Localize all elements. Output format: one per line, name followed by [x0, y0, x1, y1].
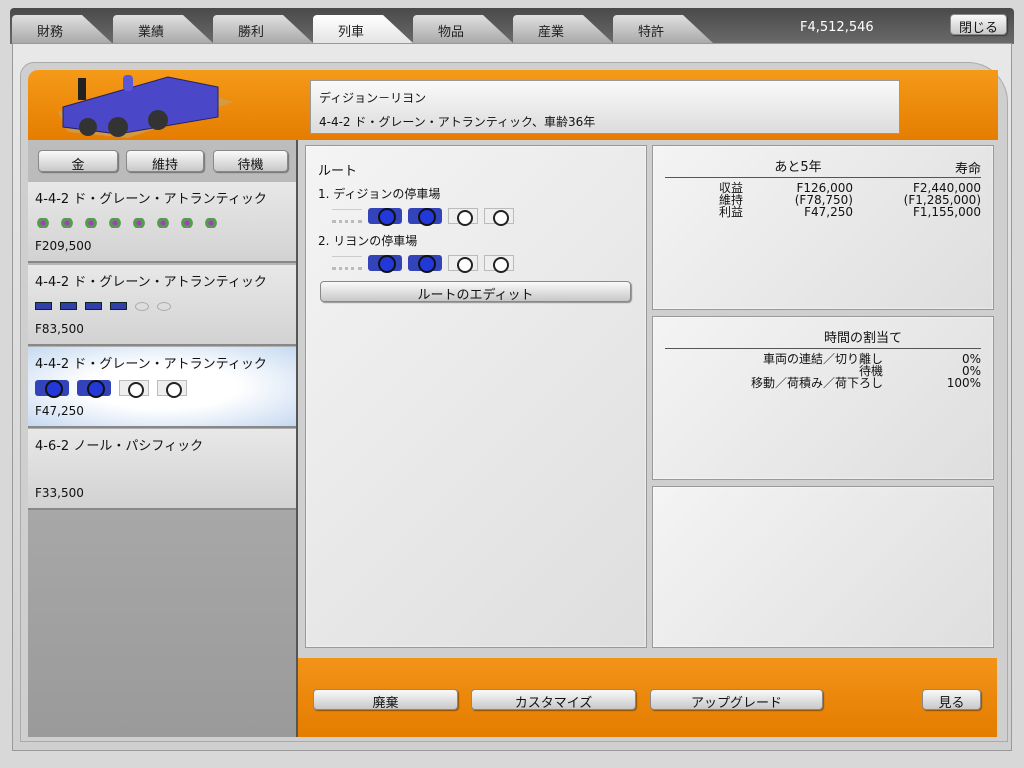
train-list-item[interactable]: 4-4-2 ド・グレーン・アトランティック F209,500: [28, 182, 296, 263]
stop-consist-icons: [332, 253, 634, 273]
passenger-car-icon: [203, 218, 219, 228]
sort-money-button[interactable]: 金: [38, 150, 118, 173]
train-name: 4-4-2 ド・グレーン・アトランティック: [35, 192, 267, 207]
passenger-car-icon: [35, 218, 51, 228]
passenger-car-icon: [408, 208, 442, 226]
sort-standby-button[interactable]: 待機: [213, 150, 288, 173]
train-description: 4-4-2 ド・グレーン・アトランティック、車齢36年: [319, 115, 596, 129]
stop-consist-icons: [332, 206, 634, 226]
value-lifetime: F1,155,000: [913, 205, 981, 219]
time-value: 0%: [961, 352, 981, 366]
value-lifetime: F2,440,000: [913, 181, 981, 195]
view-button[interactable]: 見る: [922, 689, 981, 711]
time-table: 時間の割当て 車両の連結／切り離し 0% 待機 0% 移動／荷積み／荷下ろし 100%: [665, 331, 981, 389]
mail-car-icon: [157, 380, 187, 398]
train-value: F33,500: [35, 486, 84, 500]
route-panel: ルート 1. ディジョンの停車場 2. リヨンの停車場: [305, 145, 647, 648]
train-info-box: ディジョン－リヨン 4-4-2 ド・グレーン・アトランティック、車齢36年: [310, 80, 900, 134]
route-title: ルート: [318, 164, 358, 179]
time-label: 車両の連結／切り離し: [762, 352, 883, 366]
train-value: F83,500: [35, 322, 84, 336]
col-lifetime: 寿命: [954, 161, 981, 177]
passenger-car-icon: [107, 218, 123, 228]
customize-button[interactable]: カスタマイズ: [471, 689, 636, 711]
route-name: ディジョン－リヨン: [319, 91, 427, 105]
passenger-car-icon: [85, 302, 102, 310]
passenger-car-icon: [110, 302, 127, 310]
passenger-car-icon: [60, 302, 77, 310]
passenger-car-icon: [179, 218, 195, 228]
consist-icons: [35, 296, 289, 316]
mail-car-icon: [484, 255, 514, 273]
mail-car-icon: [448, 208, 478, 226]
sort-maintenance-button[interactable]: 維持: [126, 150, 204, 173]
passenger-car-icon: [59, 218, 75, 228]
mail-car-icon: [484, 208, 514, 226]
value-5years: F126,000: [796, 181, 853, 195]
passenger-car-icon: [155, 218, 171, 228]
edit-route-button[interactable]: ルートのエディット: [320, 281, 631, 303]
mail-car-icon: [119, 380, 149, 398]
train-name: 4-4-2 ド・グレーン・アトランティック: [35, 275, 267, 290]
consist-icons: [35, 378, 289, 398]
passenger-car-icon: [83, 218, 99, 228]
scrap-button[interactable]: 廃棄: [313, 689, 458, 711]
train-list-item[interactable]: 4-6-2 ノール・パシフィック F33,500: [28, 429, 296, 510]
consist-icons: [35, 213, 289, 233]
locomotive-icon: [332, 256, 362, 270]
finance-table: あと5年 寿命 収益 F126,000 F2,440,000 維持 (F78,750)(…: [665, 160, 981, 219]
passenger-car-icon: [131, 218, 147, 228]
train-value: F47,250: [35, 404, 84, 418]
close-button[interactable]: 閉じる: [950, 14, 1007, 36]
train-value: F209,500: [35, 239, 92, 253]
train-list-item-selected[interactable]: 4-4-2 ド・グレーン・アトランティック F47,250: [28, 347, 296, 428]
empty-panel: [652, 486, 994, 648]
finance-panel: あと5年 寿命 収益 F126,000 F2,440,000 維持 (F78,750)(…: [652, 145, 994, 310]
passenger-car-icon: [408, 255, 442, 273]
time-title: 時間の割当て: [823, 331, 902, 346]
train-name: 4-4-2 ド・グレーン・アトランティック: [35, 357, 267, 372]
route-stop[interactable]: 2. リヨンの停車場: [318, 232, 634, 249]
route-stop[interactable]: 1. ディジョンの停車場: [318, 185, 634, 202]
col-5years: あと5年: [774, 160, 822, 175]
passenger-car-icon: [368, 208, 402, 226]
time-value: 100%: [946, 376, 981, 390]
row-label: 収益: [718, 181, 743, 195]
passenger-car-icon: [35, 380, 69, 398]
mail-car-icon: [157, 301, 171, 311]
passenger-car-icon: [368, 255, 402, 273]
mail-car-icon: [135, 301, 149, 311]
row-label: 利益: [718, 205, 743, 219]
value-5years: F47,250: [804, 205, 853, 219]
mail-car-icon: [448, 255, 478, 273]
train-list-item[interactable]: 4-4-2 ド・グレーン・アトランティック F83,500: [28, 265, 296, 346]
cash-balance: F4,512,546: [800, 20, 874, 35]
passenger-car-icon: [77, 380, 111, 398]
locomotive-image: [58, 75, 233, 138]
train-name: 4-6-2 ノール・パシフィック: [35, 439, 204, 454]
upgrade-button[interactable]: アップグレード: [650, 689, 823, 711]
locomotive-icon: [332, 209, 362, 223]
time-label: 移動／荷積み／荷下ろし: [750, 376, 883, 390]
time-allocation-panel: 時間の割当て 車両の連結／切り離し 0% 待機 0% 移動／荷積み／荷下ろし 100%: [652, 316, 994, 480]
passenger-car-icon: [35, 302, 52, 310]
